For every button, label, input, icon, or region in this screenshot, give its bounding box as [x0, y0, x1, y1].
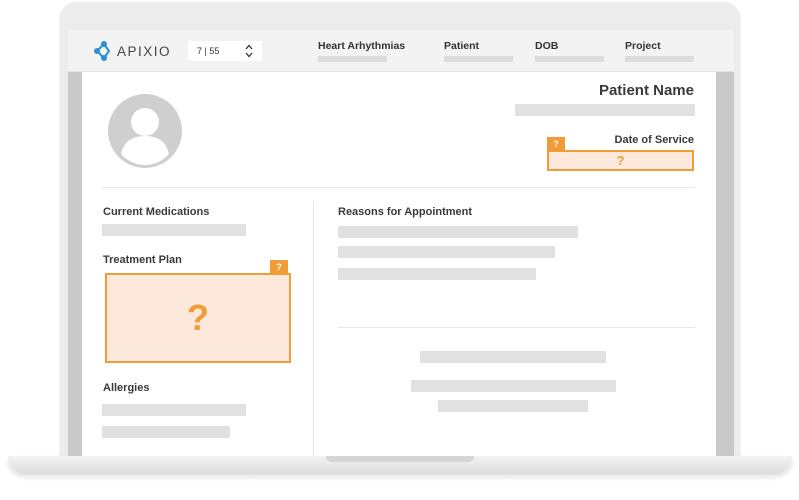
allergies-placeholder [102, 404, 246, 416]
chevron-up-icon[interactable] [245, 44, 253, 50]
laptop-notch [326, 456, 474, 462]
header-label: Project [625, 40, 661, 52]
header-column-condition: Heart Arhythmias [318, 40, 405, 62]
patient-name-placeholder [515, 104, 695, 116]
date-of-service-flag[interactable]: ? [547, 137, 565, 151]
patient-name-label: Patient Name [598, 82, 694, 99]
treatment-plan-label: Treatment Plan [103, 254, 182, 266]
reasons-placeholder [338, 268, 536, 280]
logo-text: APIXIO [117, 43, 172, 59]
header-value-placeholder [535, 56, 604, 62]
reasons-placeholder [338, 246, 555, 258]
header-label: DOB [535, 40, 559, 52]
date-of-service-label: Date of Service [614, 134, 694, 146]
top-bar: APIXIO 7 | 55 Heart Arhythmias Patient D… [68, 30, 734, 72]
treatment-plan-field[interactable]: ? [105, 273, 291, 363]
header-column-patient: Patient [444, 40, 513, 62]
document-pager[interactable]: 7 | 55 [188, 41, 262, 61]
header-column-project: Project [625, 40, 694, 62]
apixio-logo-icon [94, 41, 111, 61]
header-label: Patient [444, 40, 480, 52]
reasons-for-appointment-label: Reasons for Appointment [338, 206, 473, 218]
divider [102, 187, 695, 188]
header-value-placeholder [318, 56, 387, 62]
header-column-dob: DOB [535, 40, 604, 62]
screen: APIXIO 7 | 55 Heart Arhythmias Patient D… [68, 30, 734, 456]
divider [338, 327, 695, 328]
pager-arrows [245, 43, 253, 59]
current-medications-placeholder [102, 224, 246, 236]
avatar [108, 94, 182, 168]
treatment-plan-flag[interactable]: ? [270, 260, 288, 274]
user-avatar-icon [108, 94, 182, 168]
notes-placeholder [438, 400, 588, 412]
reasons-placeholder [338, 226, 578, 238]
chevron-down-icon[interactable] [245, 52, 253, 58]
pager-text: 7 | 55 [197, 46, 220, 56]
header-value-placeholder [444, 56, 513, 62]
header-label: Heart Arhythmias [318, 40, 406, 52]
allergies-label: Allergies [103, 382, 150, 394]
notes-placeholder [411, 380, 616, 392]
allergies-placeholder [102, 426, 230, 438]
apixio-logo[interactable]: APIXIO [93, 39, 173, 63]
date-of-service-field[interactable]: ? [547, 150, 694, 171]
patient-document: Patient Name ? Date of Service ? Current… [82, 72, 716, 456]
current-medications-label: Current Medications [103, 206, 210, 218]
notes-placeholder [420, 351, 606, 363]
column-divider [313, 201, 314, 456]
header-value-placeholder [625, 56, 694, 62]
